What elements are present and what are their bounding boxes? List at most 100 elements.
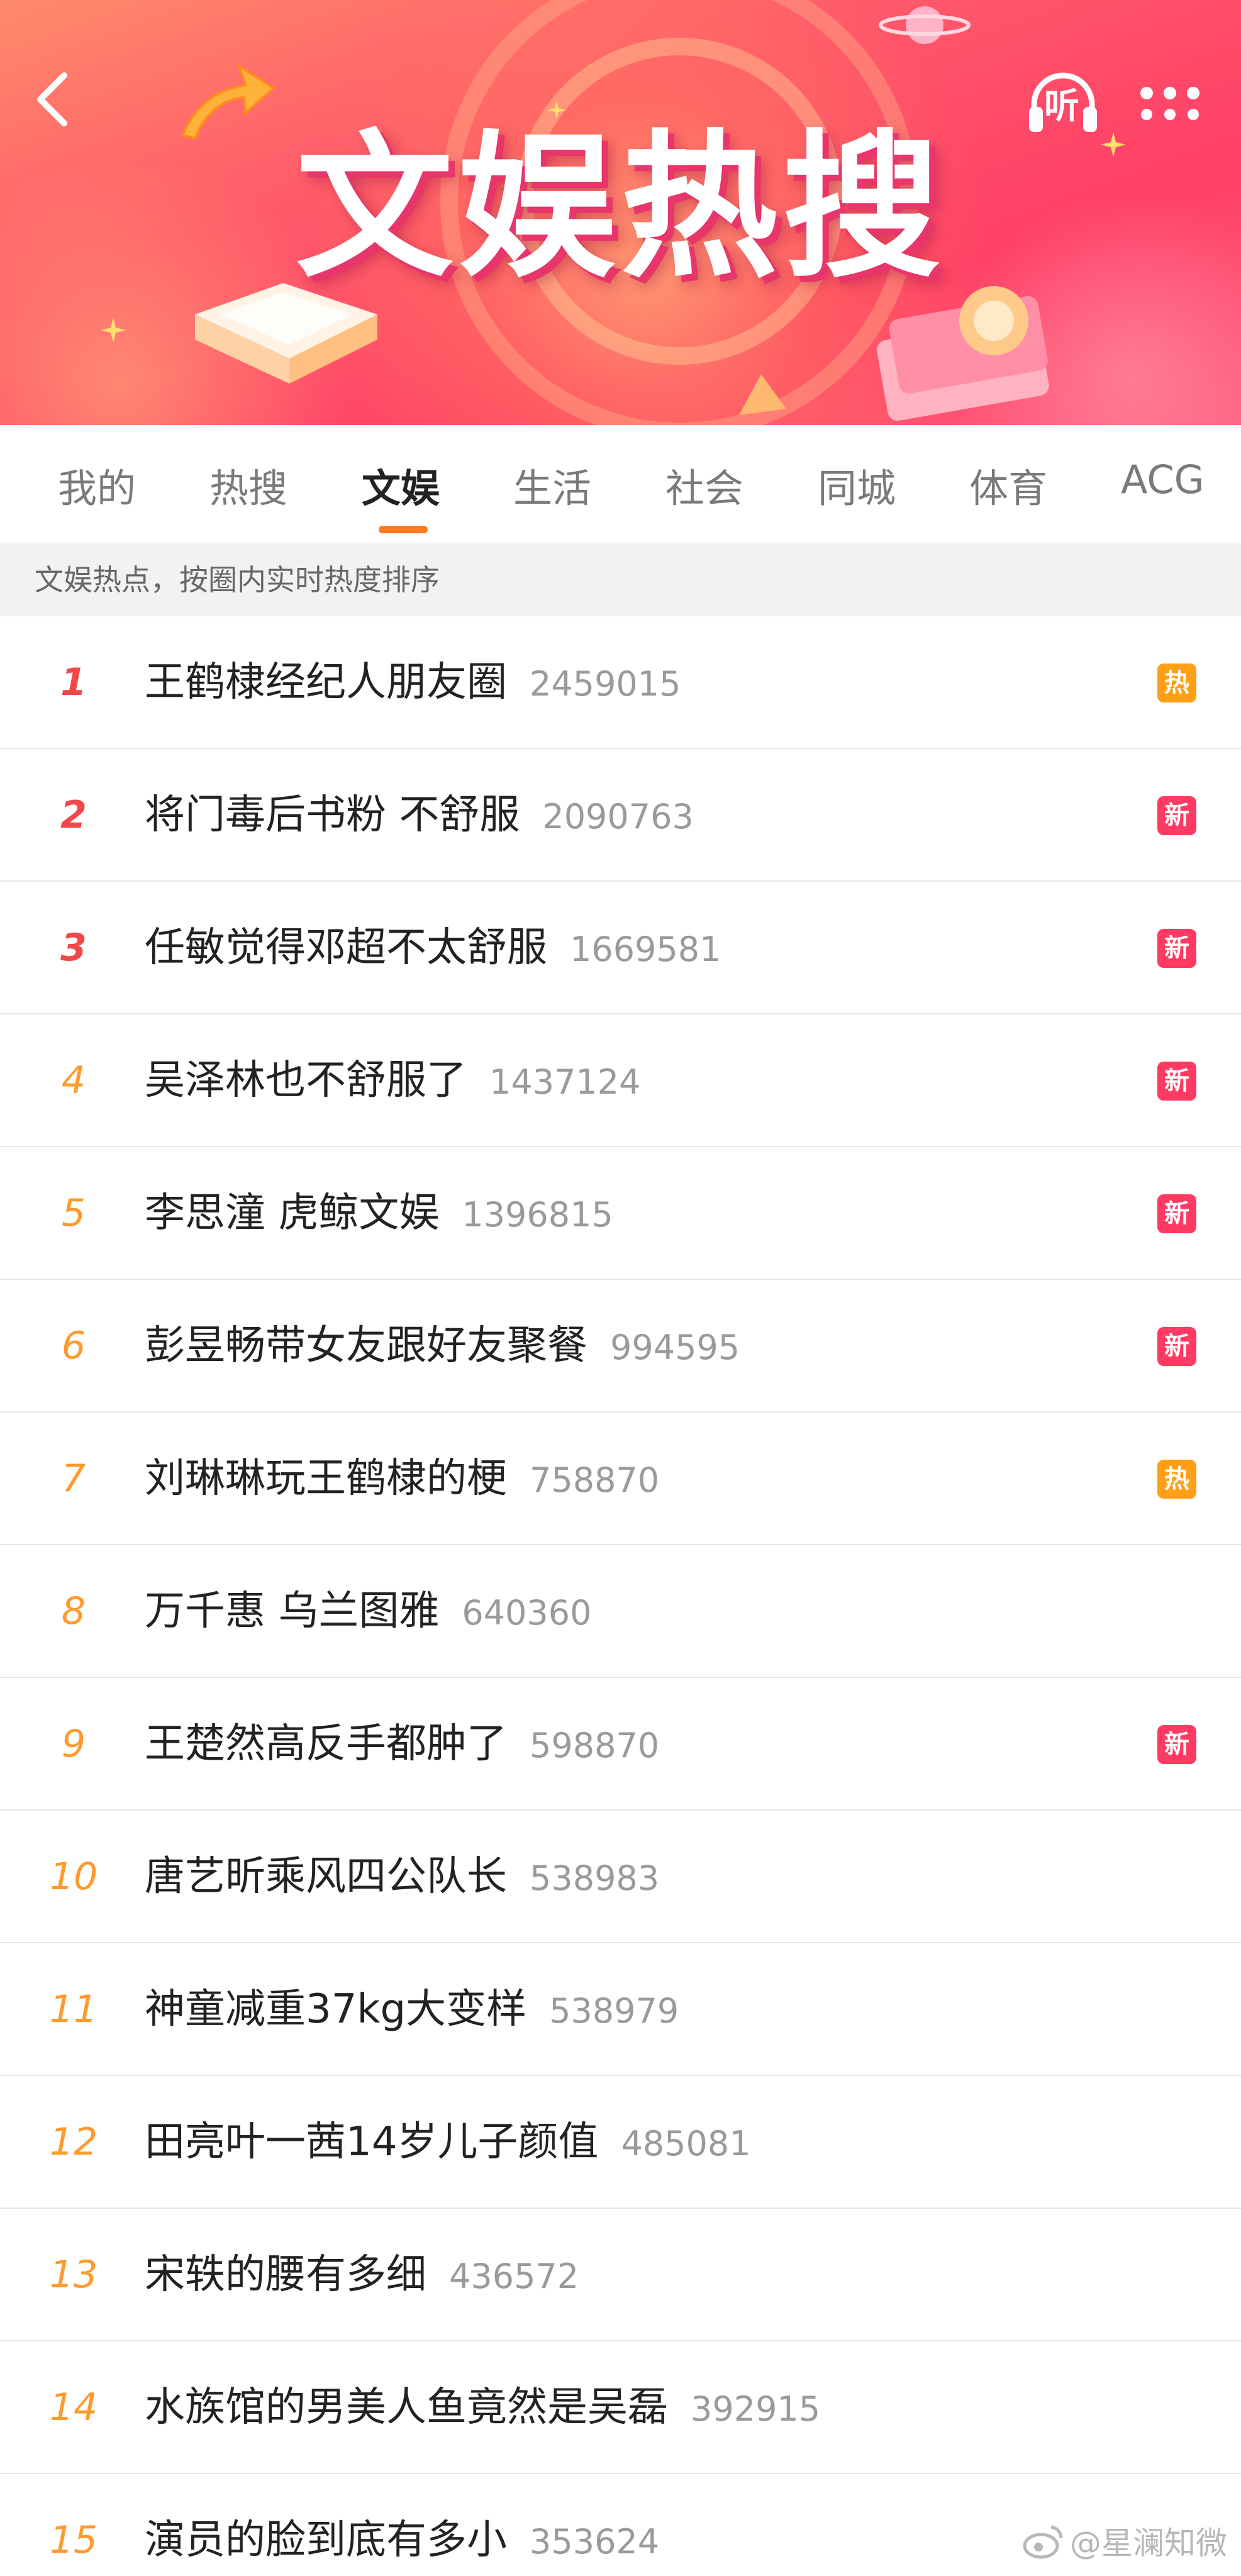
item-title: 水族馆的男美人鱼竟然是吴磊 [145, 2384, 668, 2431]
rank-number: 10 [49, 1855, 98, 1899]
list-item[interactable]: 2 将门毒后书粉 不舒服 2090763 新 [0, 749, 1241, 882]
heat-count: 392915 [691, 2389, 821, 2429]
item-title: 唐艺昕乘风四公队长 [145, 1853, 507, 1900]
item-title: 王鹤棣经纪人朋友圈 [145, 659, 507, 706]
heat-count: 598870 [530, 1726, 660, 1765]
item-title: 神童减重37kg大变样 [145, 1986, 527, 2033]
item-title: 万千惠 乌兰图雅 [145, 1588, 440, 1635]
rank-number: 14 [49, 2385, 98, 2429]
heat-count: 758870 [530, 1460, 660, 1500]
item-title-line: 吴泽林也不舒服了 1437124 [145, 1014, 641, 1147]
item-title-line: 演员的脸到底有多小 353624 [145, 2474, 659, 2576]
item-title-line: 刘琳琳玩王鹤棣的梗 758870 [145, 1413, 659, 1545]
item-title-line: 将门毒后书粉 不舒服 2090763 [145, 749, 694, 882]
watermark-text: @星澜知微 [1070, 2525, 1227, 2562]
more-button[interactable] [1135, 82, 1205, 126]
heat-count: 640360 [462, 1593, 592, 1633]
item-title-line: 唐艺昕乘风四公队长 538983 [145, 1811, 659, 1943]
item-title: 将门毒后书粉 不舒服 [145, 792, 520, 838]
item-title-line: 王楚然高反手都肿了 598870 [145, 1678, 659, 1811]
list-item[interactable]: 7 刘琳琳玩王鹤棣的梗 758870 热 [0, 1413, 1241, 1545]
more-dots-icon [1140, 87, 1199, 120]
item-title-line: 水族馆的男美人鱼竟然是吴磊 392915 [145, 2341, 820, 2474]
heat-count: 1437124 [489, 1062, 641, 1102]
back-button[interactable] [28, 68, 78, 131]
item-title: 任敏觉得邓超不太舒服 [145, 924, 547, 971]
hot-badge: 热 [1157, 1460, 1196, 1499]
heat-count: 2459015 [530, 664, 681, 704]
listen-button[interactable]: 听 [1025, 68, 1101, 137]
rank-number: 11 [49, 1987, 98, 2031]
item-title-line: 万千惠 乌兰图雅 640360 [145, 1545, 591, 1678]
listen-label: 听 [1044, 86, 1079, 127]
list-item[interactable]: 5 李思潼 虎鲸文娱 1396815 新 [0, 1147, 1241, 1280]
category-tabs: 我的 热搜 文娱 生活 社会 同城 体育 ACG [0, 425, 1241, 543]
heat-count: 538979 [549, 1991, 679, 2031]
rank-number: 3 [60, 926, 87, 970]
tab-sports[interactable]: 体育 [969, 457, 1047, 513]
rank-number: 9 [61, 1722, 86, 1766]
rank-number: 7 [61, 1457, 86, 1501]
list-item[interactable]: 12 田亮叶一茜14岁儿子颜值 485081 [0, 2076, 1241, 2209]
item-title: 演员的脸到底有多小 [145, 2517, 507, 2563]
list-item[interactable]: 6 彭昱畅带女友跟好友聚餐 994595 新 [0, 1280, 1241, 1413]
tab-hot[interactable]: 热搜 [209, 457, 287, 513]
heat-count: 994595 [610, 1328, 740, 1367]
planet-decoration-icon [879, 6, 971, 44]
item-title: 吴泽林也不舒服了 [145, 1057, 467, 1104]
banner-title: 文娱热搜 [296, 116, 945, 299]
rank-number: 2 [60, 793, 87, 837]
tab-society[interactable]: 社会 [665, 457, 743, 513]
heat-count: 353624 [530, 2522, 660, 2562]
new-badge: 新 [1157, 796, 1196, 835]
heat-count: 1396815 [462, 1195, 613, 1235]
hot-badge: 热 [1157, 663, 1196, 702]
new-badge: 新 [1157, 1194, 1196, 1233]
list-description: 文娱热点，按圈内实时热度排序 [0, 543, 1241, 616]
item-title: 田亮叶一茜14岁儿子颜值 [145, 2119, 599, 2165]
active-tab-indicator [379, 526, 428, 533]
rank-number: 8 [61, 1589, 86, 1633]
item-title-line: 田亮叶一茜14岁儿子颜值 485081 [145, 2076, 751, 2209]
weibo-logo-icon [1023, 2525, 1063, 2559]
tab-entertainment[interactable]: 文娱 [362, 457, 440, 513]
tab-acg[interactable]: ACG [1121, 457, 1205, 502]
item-title-line: 彭昱畅带女友跟好友聚餐 994595 [145, 1280, 740, 1413]
heat-count: 485081 [621, 2124, 751, 2163]
tab-mine[interactable]: 我的 [58, 457, 136, 513]
list-item[interactable]: 1 王鹤棣经纪人朋友圈 2459015 热 [0, 616, 1241, 749]
list-item[interactable]: 4 吴泽林也不舒服了 1437124 新 [0, 1014, 1241, 1147]
list-item[interactable]: 10 唐艺昕乘风四公队长 538983 [0, 1811, 1241, 1943]
item-title: 宋轶的腰有多细 [145, 2251, 426, 2298]
item-title-line: 任敏觉得邓超不太舒服 1669581 [145, 882, 721, 1014]
new-badge: 新 [1157, 1725, 1196, 1764]
rank-number: 12 [49, 2120, 98, 2164]
chevron-left-icon [37, 72, 67, 126]
rank-number: 6 [61, 1324, 86, 1368]
tab-local[interactable]: 同城 [818, 457, 896, 513]
list-item[interactable]: 8 万千惠 乌兰图雅 640360 [0, 1545, 1241, 1678]
list-item[interactable]: 3 任敏觉得邓超不太舒服 1669581 新 [0, 882, 1241, 1014]
heat-count: 2090763 [542, 797, 694, 836]
heat-count: 436572 [449, 2257, 579, 2296]
item-title: 彭昱畅带女友跟好友聚餐 [145, 1323, 587, 1369]
item-title-line: 宋轶的腰有多细 436572 [145, 2209, 579, 2341]
item-title-line: 王鹤棣经纪人朋友圈 2459015 [145, 616, 681, 749]
triangle-decoration-icon [739, 374, 786, 415]
sparkle-icon [101, 318, 126, 343]
rank-number: 15 [49, 2518, 98, 2562]
list-item[interactable]: 9 王楚然高反手都肿了 598870 新 [0, 1678, 1241, 1811]
item-title: 李思潼 虎鲸文娱 [145, 1190, 440, 1236]
rank-number: 1 [60, 660, 87, 704]
item-title: 刘琳琳玩王鹤棣的梗 [145, 1455, 507, 1502]
item-title-line: 李思潼 虎鲸文娱 1396815 [145, 1147, 613, 1280]
list-item[interactable]: 14 水族馆的男美人鱼竟然是吴磊 392915 [0, 2341, 1241, 2474]
heat-count: 538983 [530, 1858, 660, 1898]
list-item[interactable]: 13 宋轶的腰有多细 436572 [0, 2209, 1241, 2341]
list-item[interactable]: 11 神童减重37kg大变样 538979 [0, 1943, 1241, 2076]
item-title-line: 神童减重37kg大变样 538979 [145, 1943, 679, 2076]
banner: 文娱热搜 听 [0, 0, 1241, 425]
heat-count: 1669581 [570, 930, 721, 969]
rank-number: 4 [61, 1058, 86, 1102]
tab-life[interactable]: 生活 [513, 457, 591, 513]
